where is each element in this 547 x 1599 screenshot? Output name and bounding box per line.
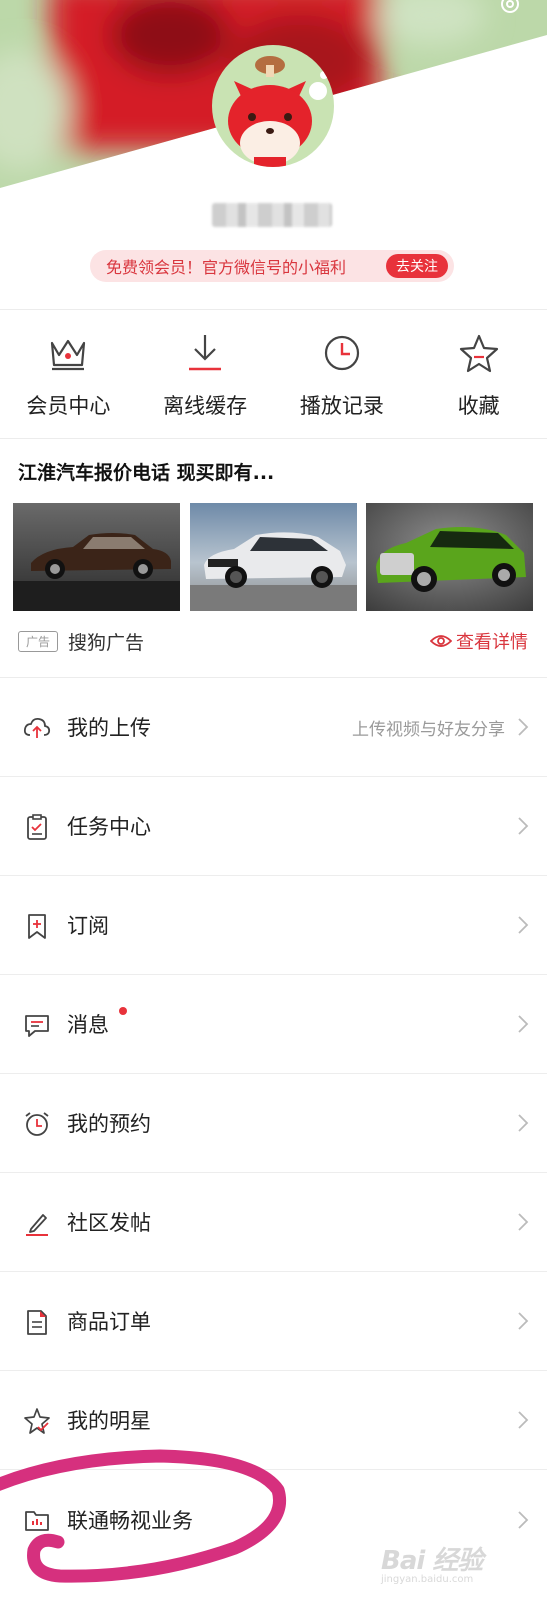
ad-tag: 广告	[18, 631, 58, 652]
chevron-right-icon	[518, 1411, 529, 1429]
chevron-right-icon	[518, 1015, 529, 1033]
quick-label: 收藏	[457, 394, 500, 418]
menu-item-messages[interactable]: 消息	[0, 975, 547, 1074]
download-icon	[189, 335, 222, 371]
menu-label: 我的上传	[67, 716, 151, 740]
quick-label: 会员中心	[26, 394, 111, 418]
menu-hint: 上传视频与好友分享	[352, 719, 505, 740]
history-clock-icon	[324, 335, 359, 371]
menu-item-task-center[interactable]: 任务中心	[0, 777, 547, 876]
quick-actions: 会员中心 离线缓存 播放记录 收藏	[0, 320, 547, 430]
promo-text: 免费领会员！官方微信号的小福利	[106, 258, 347, 277]
username-blurred	[212, 203, 332, 227]
chevron-right-icon	[518, 718, 529, 736]
follow-button[interactable]: 去关注	[386, 254, 448, 278]
ad-source: 搜狗广告	[68, 632, 145, 654]
menu-item-subscribe[interactable]: 订阅	[0, 876, 547, 975]
menu-label: 我的预约	[67, 1112, 151, 1136]
quick-label: 播放记录	[299, 394, 384, 418]
cloud-upload-icon	[23, 717, 51, 738]
star-icon	[459, 334, 498, 373]
folder-chart-icon	[25, 1511, 49, 1531]
bookmark-add-icon	[28, 914, 46, 939]
chevron-right-icon	[518, 916, 529, 934]
chevron-right-icon	[518, 1510, 529, 1529]
chevron-right-icon	[518, 1213, 529, 1231]
crown-icon	[51, 339, 86, 371]
menu-label: 商品订单	[67, 1310, 151, 1334]
eye-icon	[430, 635, 452, 647]
clipboard-task-icon	[27, 814, 47, 840]
menu-label: 消息	[67, 1013, 109, 1037]
avatar[interactable]	[212, 45, 334, 167]
ad-image-brown-sedan[interactable]	[13, 503, 180, 611]
fox-mascot-avatar-icon	[212, 45, 334, 167]
order-document-icon	[27, 1310, 47, 1335]
menu-label: 我的明星	[67, 1409, 151, 1433]
quick-label: 离线缓存	[163, 394, 248, 418]
promo-banner[interactable]: 免费领会员！官方微信号的小福利 去关注	[90, 250, 454, 282]
view-details-link[interactable]: 查看详情	[430, 628, 528, 654]
watermark-url: jingyan.baidu.com	[381, 1574, 474, 1585]
divider	[0, 438, 547, 439]
ad-image-green-car[interactable]	[366, 503, 533, 611]
alarm-clock-icon	[25, 1112, 49, 1136]
menu-label: 社区发帖	[67, 1211, 151, 1235]
chevron-right-icon	[518, 817, 529, 835]
menu-item-my-stars[interactable]: 我的明星	[0, 1371, 547, 1470]
chevron-right-icon	[518, 1312, 529, 1330]
menu-item-community-post[interactable]: 社区发帖	[0, 1173, 547, 1272]
quick-member-center[interactable]: 会员中心	[0, 320, 137, 430]
ad-image-white-car[interactable]	[190, 503, 357, 611]
divider	[0, 309, 547, 310]
pen-icon	[26, 1214, 48, 1236]
green-sedan-image	[366, 503, 533, 611]
menu-label: 订阅	[67, 914, 109, 938]
ad-title[interactable]: 江淮汽车报价电话 现买即有...	[18, 458, 274, 485]
watermark-text: Bai 经验	[381, 1546, 483, 1576]
quick-favorites[interactable]: 收藏	[410, 320, 547, 430]
baidu-watermark: Bai 经验 jingyan.baidu.com	[375, 1540, 525, 1590]
chevron-right-icon	[518, 1114, 529, 1132]
profile-header: 免费领会员！官方微信号的小福利 去关注	[0, 0, 547, 300]
view-details-label: 查看详情	[456, 632, 528, 653]
menu-label: 任务中心	[67, 815, 151, 839]
brown-sedan-image	[13, 503, 180, 611]
settings-gear-icon[interactable]	[495, 0, 525, 22]
menu-item-reservations[interactable]: 我的预约	[0, 1074, 547, 1173]
message-icon	[25, 1015, 49, 1037]
white-muscle-car-image	[190, 503, 357, 611]
menu-list: 我的上传 上传视频与好友分享 任务中心 订阅 消息 我的预约 社区发帖 商品订单…	[0, 678, 547, 1569]
star-check-icon	[24, 1408, 50, 1434]
menu-label: 联通畅视业务	[67, 1508, 193, 1533]
ad-footer: 广告 搜狗广告 查看详情	[18, 628, 528, 656]
menu-item-my-upload[interactable]: 我的上传 上传视频与好友分享	[0, 678, 547, 777]
unread-badge	[119, 1007, 127, 1015]
menu-item-product-orders[interactable]: 商品订单	[0, 1272, 547, 1371]
quick-offline-cache[interactable]: 离线缓存	[137, 320, 274, 430]
quick-play-history[interactable]: 播放记录	[274, 320, 411, 430]
